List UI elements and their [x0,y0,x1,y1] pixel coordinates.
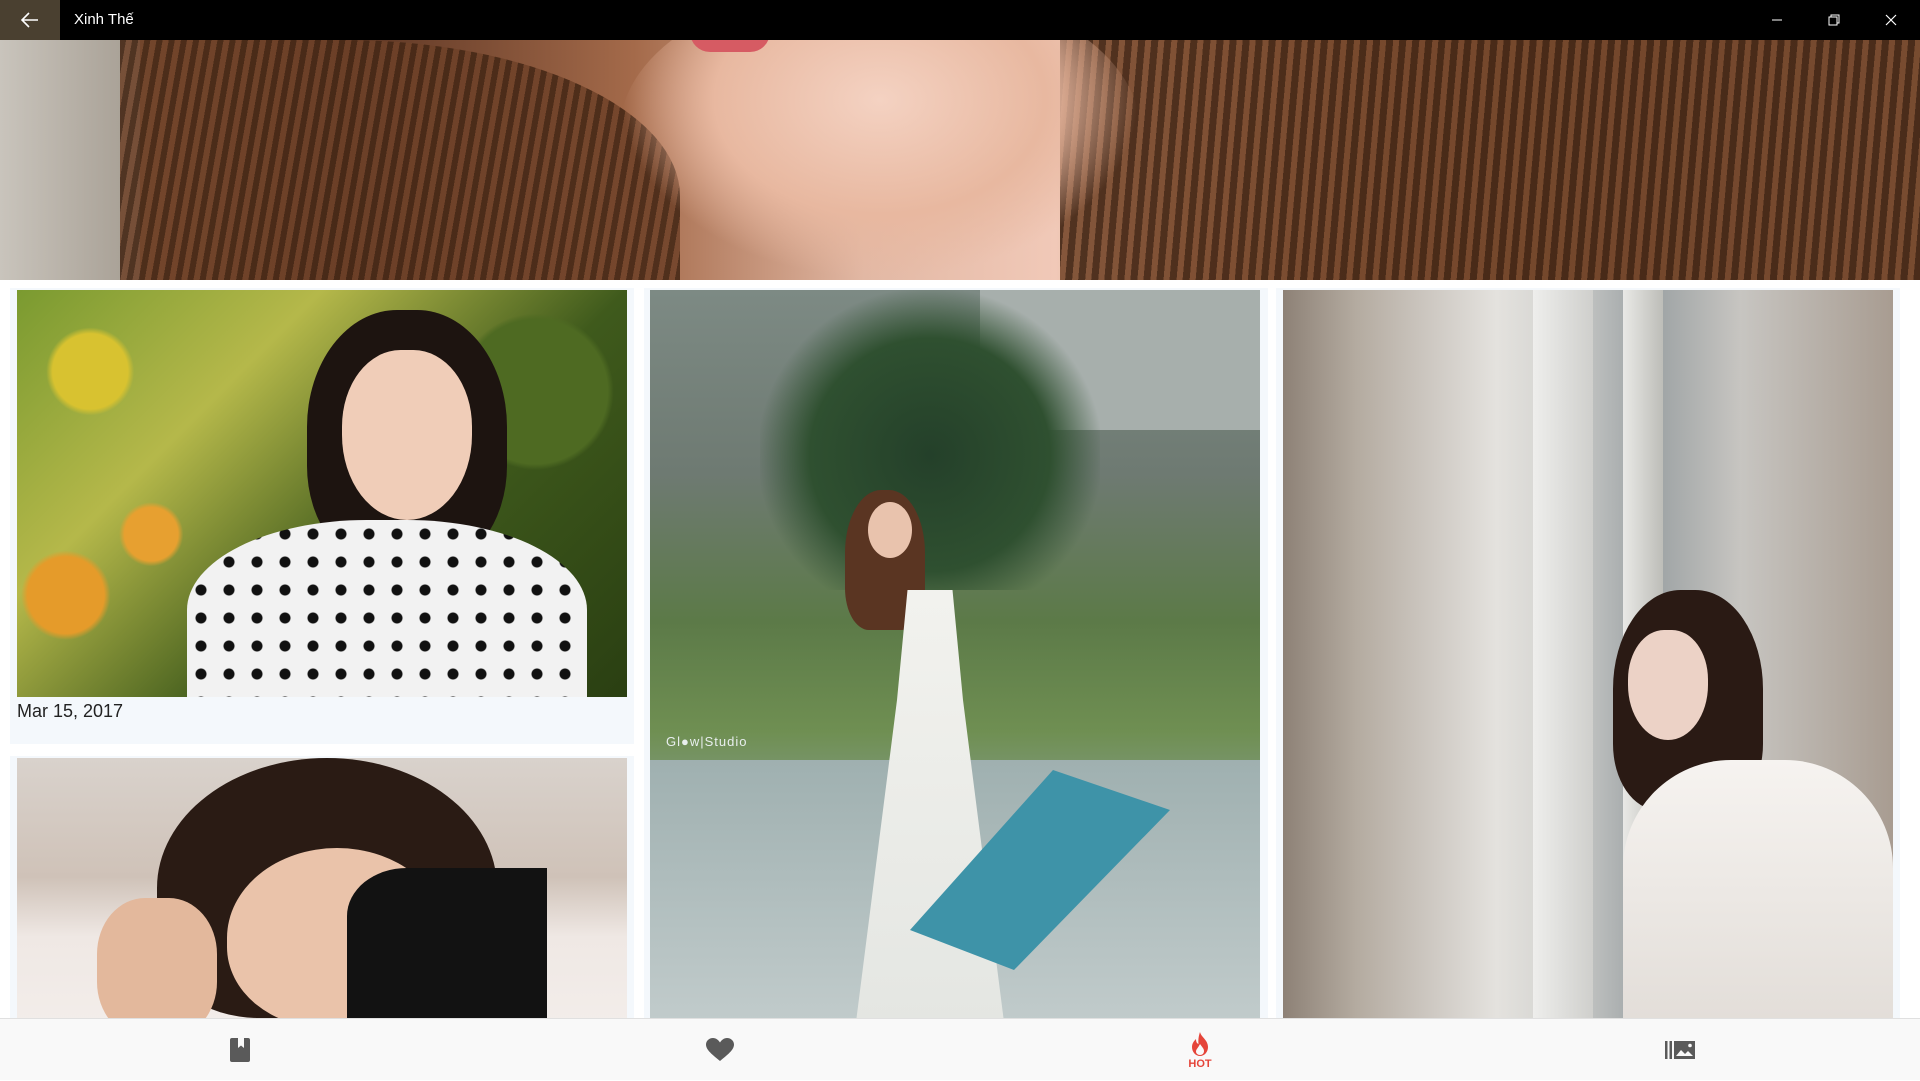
heart-icon [706,1038,734,1061]
hero-hair-left [120,40,680,280]
photo-detail [760,290,1100,590]
girl-polka-dot-photo[interactable] [17,290,627,697]
nav-item-bookmarks[interactable] [120,1019,360,1081]
photo-detail [347,868,547,1018]
minimize-icon [1772,19,1782,21]
gallery-card[interactable] [1276,288,1900,1018]
flame-icon [1192,1031,1208,1056]
nav-item-favorites[interactable] [600,1019,840,1081]
bookmark-icon [230,1038,250,1062]
back-button[interactable] [0,0,60,40]
hero-hair-right [1060,40,1920,280]
gallery-card[interactable]: Gl●w|Studio [644,288,1268,1018]
hero-lips [690,40,770,52]
arrow-left-icon [21,12,38,28]
girl-window-photo[interactable] [1283,290,1893,1018]
close-button[interactable] [1862,0,1920,40]
close-icon [1885,14,1897,26]
photo-detail [187,520,587,697]
photo-detail [1623,760,1893,1018]
card-date: Mar 15, 2017 [17,701,124,721]
photo-detail [342,350,472,520]
photo-watermark: Gl●w|Studio [666,734,748,749]
hero-banner-image[interactable] [0,40,1920,280]
restore-icon [1828,14,1840,26]
app-title: Xinh Thế [74,11,134,28]
nav-label-hot: HOT [1188,1057,1212,1070]
nav-item-hot[interactable]: HOT [1080,1019,1320,1081]
bottom-navigation: HOT [0,1018,1920,1080]
nav-item-gallery[interactable] [1560,1019,1800,1081]
minimize-button[interactable] [1748,0,1806,40]
photo-detail [868,502,912,558]
gallery-card[interactable]: Mar 15, 2017 [10,288,634,744]
photo-detail [97,898,217,1018]
girl-umbrella-photo[interactable]: Gl●w|Studio [650,290,1260,1018]
gallery-card[interactable] [10,756,634,1018]
photo-detail [1628,630,1708,740]
hero-background [0,40,140,280]
photo-gallery: Mar 15, 2017 Gl●w|Studio [0,280,1920,1018]
restore-button[interactable] [1805,0,1863,40]
title-bar: Xinh Thế [0,0,1920,40]
photo-detail [1533,290,1593,1018]
girl-lying-photo[interactable] [17,758,627,1018]
gallery-icon [1665,1041,1695,1059]
